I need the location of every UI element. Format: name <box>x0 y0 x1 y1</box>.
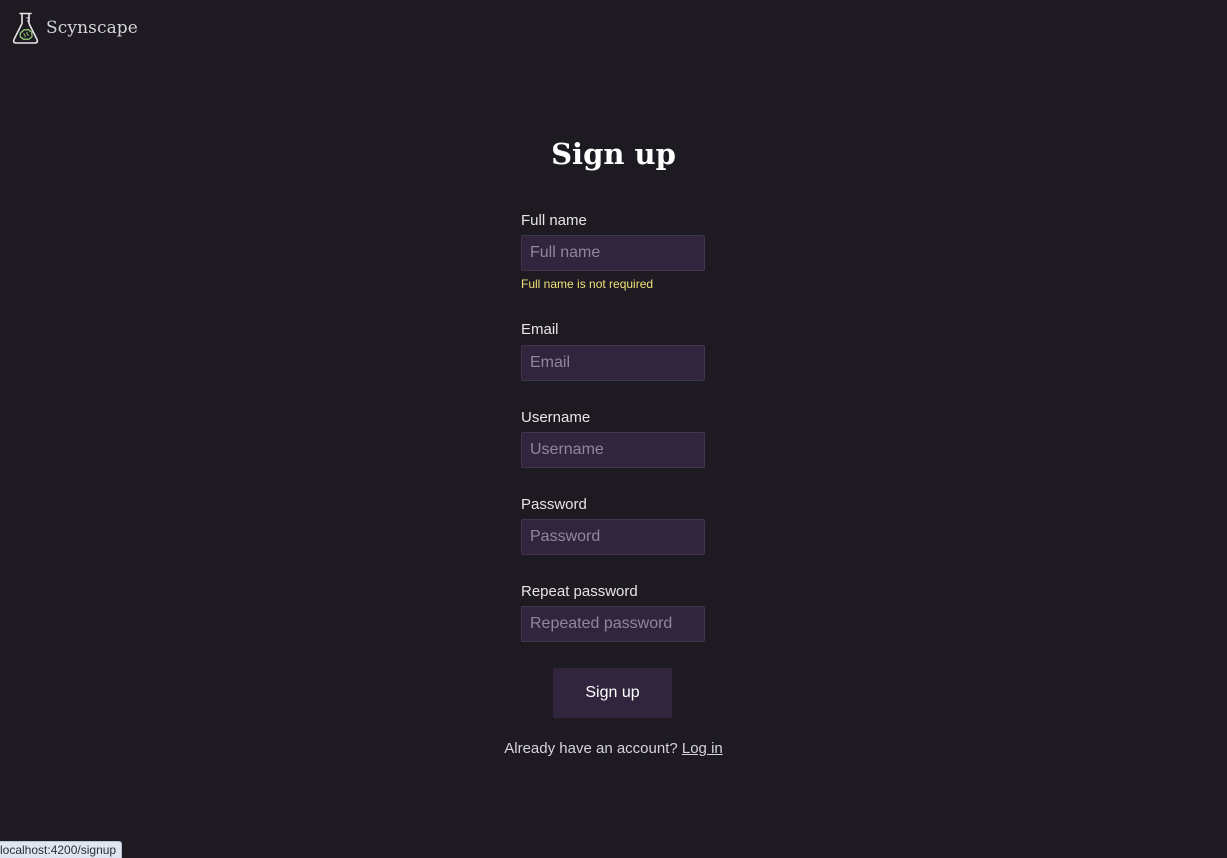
brand-logo-link[interactable]: Scynscape <box>11 11 138 45</box>
full-name-input[interactable] <box>521 235 705 271</box>
username-input[interactable] <box>521 432 705 468</box>
status-bar-url: localhost:4200/signup <box>0 841 123 858</box>
repeat-password-label: Repeat password <box>521 583 638 600</box>
signup-button[interactable]: Sign up <box>553 668 672 718</box>
login-prompt-text: Already have an account? <box>504 740 678 757</box>
username-label: Username <box>521 409 591 426</box>
login-prompt: Already have an account? Log in <box>0 740 1227 758</box>
full-name-label: Full name <box>521 212 587 229</box>
page-title: Sign up <box>551 137 676 171</box>
password-input[interactable] <box>521 519 705 555</box>
full-name-hint: Full name is not required <box>521 277 654 291</box>
repeat-password-input[interactable] <box>521 606 705 642</box>
brand-name: Scynscape <box>46 17 138 38</box>
email-label: Email <box>521 321 559 338</box>
password-label: Password <box>521 496 587 513</box>
email-input[interactable] <box>521 345 705 381</box>
login-link[interactable]: Log in <box>682 740 723 757</box>
flask-brain-icon <box>12 12 39 44</box>
